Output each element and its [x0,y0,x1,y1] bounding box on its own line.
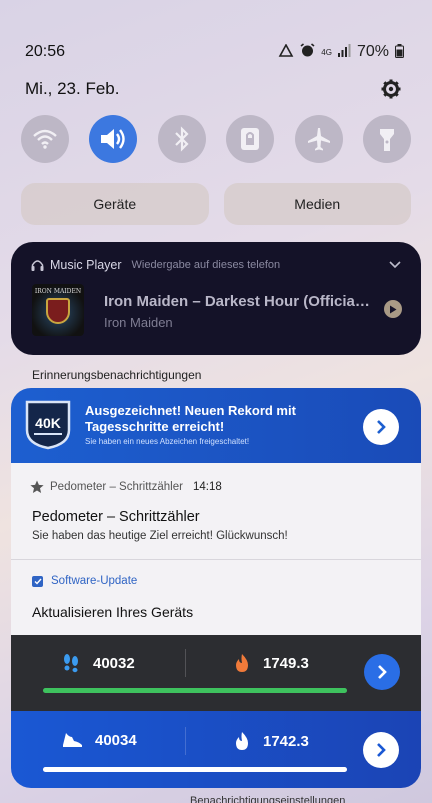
media-output-device[interactable]: Wiedergabe auf dieses telefon [132,259,281,271]
track-artist: Iron Maiden [104,315,173,330]
album-art: IRON MAIDEN [32,284,84,336]
blue-calories-value: 1742.3 [263,732,309,750]
flashlight-icon [379,129,394,151]
blue-progress-fill [43,767,347,772]
notification-stack: 40K Ausgezeichnet! Neuen Rekord mit Tage… [11,388,421,788]
gear-icon[interactable] [380,78,402,100]
dark-calories-value: 1749.3 [263,654,309,672]
section-label: Erinnerungsbenachrichtigungen [32,368,202,382]
signal-icon [337,44,351,60]
blue-steps-value: 40034 [95,731,137,749]
battery-icon [395,43,404,61]
pedometer-header: Pedometer – Schrittzähler 14:18 [30,480,222,494]
headphones-icon [31,260,44,271]
network-label: 4G [321,47,332,57]
status-bar: 20:56 4G 70% [25,42,404,62]
blue-steps-stat: 40034 [61,731,137,749]
star-icon [30,480,44,493]
badge-icon: 40K [25,400,71,450]
date-row: Mi., 23. Feb. [25,78,402,100]
chevron-right-icon [378,665,387,679]
check-icon [32,575,43,587]
media-player-header: Music Player Wiedergabe auf dieses telef… [31,258,401,272]
album-band-logo: IRON MAIDEN [34,288,82,295]
dark-open-button[interactable] [364,654,400,690]
alarm-icon [300,43,315,61]
flashlight-toggle[interactable] [362,115,411,163]
media-button[interactable]: Medien [223,183,411,225]
clock: 20:56 [25,43,66,60]
pedometer-title[interactable]: Pedometer – Schrittzähler [32,509,200,525]
dark-progress-track [43,688,347,693]
record-notification[interactable]: 40K Ausgezeichnet! Neuen Rekord mit Tage… [11,388,421,463]
devices-button[interactable]: Geräte [21,183,209,225]
dark-steps-card[interactable]: 40032 1749.3 [11,635,421,711]
divider [11,559,421,560]
segment-row: Geräte Medien [21,183,411,225]
sound-toggle[interactable] [89,115,138,163]
bluetooth-icon [175,126,189,152]
album-emblem [46,298,70,324]
flame-icon [236,732,248,750]
blue-open-button[interactable] [363,732,399,768]
record-title: Ausgezeichnet! Neuen Rekord mit Tagessch… [85,403,296,434]
battery-level: 70% [356,43,389,60]
pedometer-text: Sie haben das heutige Ziel erreicht! Glü… [32,530,288,542]
footprints-icon [64,654,78,673]
record-open-button[interactable] [363,409,399,445]
blue-progress-track [43,767,347,772]
record-subtitle: Sie haben ein neues Abzeichen freigescha… [85,437,250,446]
wifi-icon [33,129,57,149]
update-title[interactable]: Aktualisieren Ihres Geräts [32,604,193,620]
play-button[interactable] [384,300,402,318]
dark-calories-stat: 1749.3 [233,653,309,673]
pedometer-app-name: Pedometer – Schrittzähler [50,481,183,493]
airplane-toggle[interactable] [294,115,343,163]
dark-progress-fill [43,688,347,693]
blue-steps-card[interactable]: 40034 1742.3 [11,711,421,788]
quick-settings [21,115,411,163]
notification-settings-link[interactable]: Benachrichtigungseinstellungen [190,795,345,803]
dark-steps-value: 40032 [93,654,135,672]
pedometer-time: 14:18 [192,481,222,493]
stat-divider [185,649,186,677]
bluetooth-toggle[interactable] [157,115,206,163]
badge-text: 40K [35,415,61,431]
blue-calories-stat: 1742.3 [233,731,309,751]
update-app-name: Software-Update [51,575,138,587]
track-title: Iron Maiden – Darkest Hour (Official Vid… [104,293,374,310]
chevron-down-icon[interactable] [389,258,401,272]
recycle-icon [278,42,294,61]
update-header: Software-Update [32,575,137,587]
media-player-card[interactable]: Music Player Wiedergabe auf dieses telef… [11,242,421,355]
play-icon [390,305,397,313]
media-app-name: Music Player [50,258,122,272]
flame-icon [236,654,248,672]
wifi-toggle[interactable] [21,115,69,163]
chevron-right-icon [377,420,386,434]
lock-icon [241,128,260,150]
status-icons: 4G 70% [278,42,404,61]
date-label: Mi., 23. Feb. [25,79,120,98]
chevron-right-icon [377,743,386,757]
dark-steps-stat: 40032 [61,653,135,673]
rotation-lock-toggle[interactable] [226,115,275,163]
stat-divider [185,727,186,755]
airplane-icon [307,128,330,151]
speaker-icon [101,129,126,149]
shoe-icon [63,733,82,747]
